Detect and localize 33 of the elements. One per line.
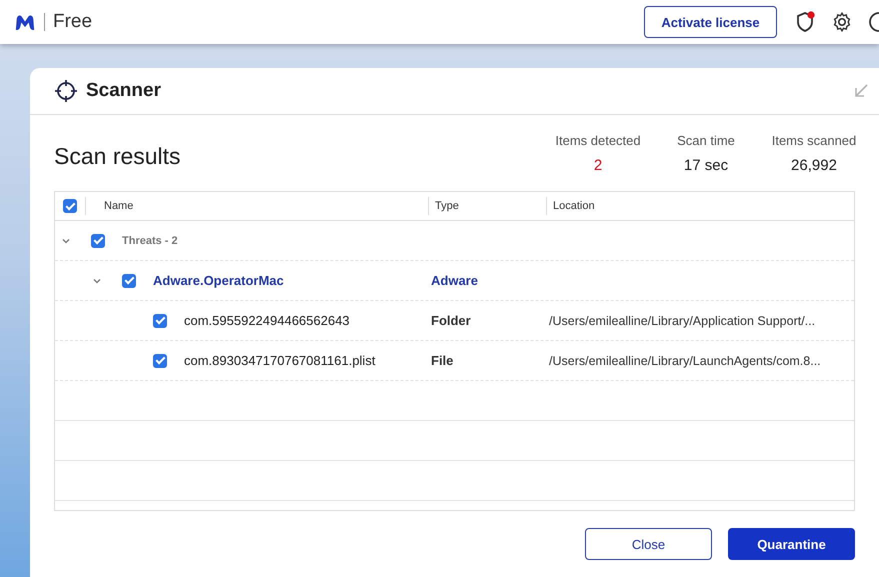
quarantine-button[interactable]: Quarantine [728,528,855,560]
close-button[interactable]: Close [585,528,712,560]
help-icon[interactable] [869,10,879,34]
stat-label: Scan time [677,133,735,148]
item-name: Adware.OperatorMac [153,273,284,288]
column-header[interactable]: Name [104,200,134,212]
product-name: Free [53,11,92,33]
stat-label: Items scanned [772,133,856,148]
settings-icon[interactable] [831,11,853,33]
select-all-checkbox[interactable] [63,199,77,213]
item-location: /Users/emilealline/Library/LaunchAgents/com.8... [549,354,821,368]
scan-results-heading: Scan results [54,143,181,170]
crosshair-icon [54,79,78,103]
row-checkbox[interactable] [153,354,167,368]
row-checkbox[interactable] [153,314,167,328]
item-type: Folder [431,313,471,328]
item-name: com.5955922494466562643 [184,313,350,328]
stat-value: 26,992 [791,157,837,174]
panel-title: Scanner [86,80,161,102]
item-type: Adware [431,273,478,288]
activate-license-button[interactable]: Activate license [644,6,777,38]
item-location: /Users/emilealline/Library/Application Support/... [549,314,816,328]
column-header[interactable]: Type [435,200,459,212]
item-name: com.8930347170767081161.plist [184,353,376,368]
stat-value: 2 [594,157,602,174]
column-header[interactable]: Location [553,200,595,212]
item-type: File [431,353,454,368]
logo-icon [14,12,36,32]
stat-label: Items detected [555,133,641,148]
row-checkbox[interactable] [122,274,136,288]
item-name: Threats - 2 [122,234,178,246]
row-checkbox[interactable] [91,234,105,248]
stat-value: 17 sec [684,157,728,174]
